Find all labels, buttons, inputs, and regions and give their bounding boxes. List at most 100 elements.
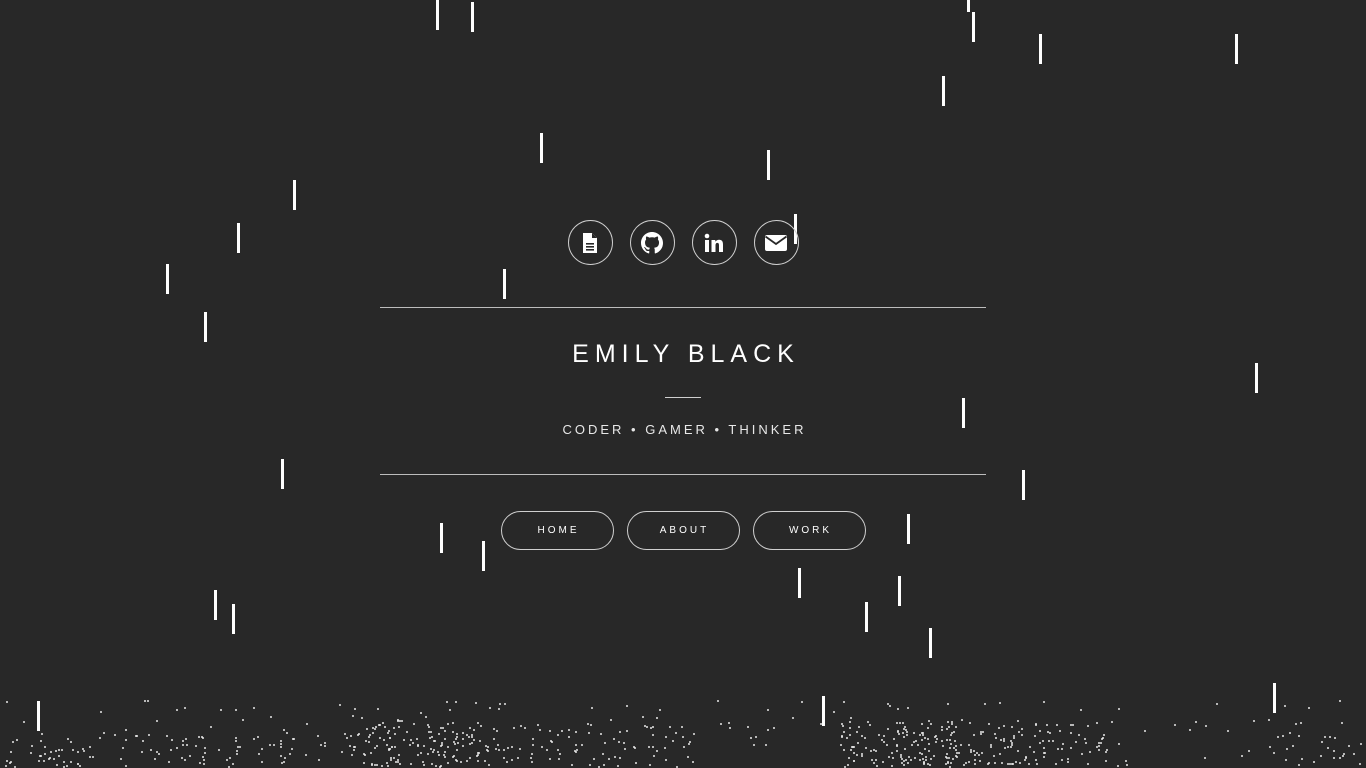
splash-particle [947,761,949,763]
splash-particle [324,742,326,744]
splash-particle [656,750,658,752]
splash-particle [462,738,464,740]
splash-particle [1300,722,1302,724]
splash-particle [841,723,843,725]
splash-particle [970,749,972,751]
splash-particle [77,763,79,765]
splash-particle [30,752,32,754]
splash-particle [270,716,272,718]
resume-button[interactable] [567,220,613,265]
nav-about-button[interactable]: ABOUT [626,511,740,550]
splash-particle [1028,763,1030,765]
splash-particle [981,752,983,754]
linkedin-button[interactable] [691,220,737,265]
splash-particle [1360,743,1362,745]
splash-particle [955,749,957,751]
splash-particle [391,746,393,748]
splash-particle [466,760,468,762]
splash-particle [506,761,508,763]
splash-particle [911,744,913,746]
splash-particle [1048,740,1050,742]
splash-particle [923,761,925,763]
splash-particle [946,739,948,741]
splash-particle [574,750,576,752]
splash-particle [397,720,399,722]
splash-particle [1277,736,1279,738]
splash-particle [976,752,978,754]
splash-particle [1070,724,1072,726]
splash-particle [913,741,915,743]
splash-particle [917,744,919,746]
splash-particle [1070,732,1072,734]
splash-particle [318,759,320,761]
splash-particle [40,740,42,742]
splash-particle [1007,763,1009,765]
splash-particle [973,734,975,736]
splash-particle [487,746,489,748]
splash-particle [100,711,102,713]
splash-particle [853,752,855,754]
splash-particle [10,751,12,753]
splash-particle [1084,738,1086,740]
splash-particle [947,721,949,723]
splash-particle [280,743,282,745]
splash-particle [853,760,855,762]
splash-particle [425,716,427,718]
splash-particle [984,703,986,705]
splash-particle [1043,747,1045,749]
splash-particle [608,758,610,760]
splash-particle [449,709,451,711]
splash-particle [1085,742,1087,744]
rain-drop [204,312,207,342]
splash-particle [1321,741,1323,743]
splash-particle [993,755,995,757]
nav-work-button[interactable]: WORK [752,511,866,550]
splash-particle [477,722,479,724]
splash-particle [941,740,943,742]
splash-particle [428,726,430,728]
splash-particle [956,756,958,758]
splash-particle [229,757,231,759]
nav-home-button[interactable]: HOME [500,511,614,550]
splash-particle [853,760,855,762]
splash-particle [994,733,996,735]
splash-particle [949,747,951,749]
splash-particle [432,751,434,753]
splash-particle [1009,763,1011,765]
splash-particle [99,737,101,739]
splash-particle [503,749,505,751]
splash-particle [687,756,689,758]
splash-particle [901,758,903,760]
github-button[interactable] [629,220,675,265]
splash-particle [1078,734,1080,736]
splash-particle [954,740,956,742]
splash-particle [1039,742,1041,744]
splash-particle [1329,736,1331,738]
splash-particle [551,741,553,743]
splash-particle [593,758,595,760]
splash-particle [280,746,282,748]
splash-particle [455,701,457,703]
splash-particle [158,753,160,755]
splash-particle [293,738,295,740]
splash-particle [438,733,440,735]
splash-particle [850,717,852,719]
splash-particle [77,763,79,765]
splash-particle [154,758,156,760]
splash-particle [61,749,63,751]
splash-particle [353,746,355,748]
splash-particle [398,754,400,756]
splash-particle [469,757,471,759]
splash-particle [530,757,532,759]
email-button[interactable] [753,220,799,265]
splash-particle [397,719,399,721]
splash-particle [457,742,459,744]
splash-particle [588,732,590,734]
splash-particle [618,741,620,743]
splash-particle [919,752,921,754]
splash-particle [289,753,291,755]
splash-particle [970,751,972,753]
splash-particle [156,720,158,722]
splash-particle [904,726,906,728]
splash-particle [892,757,894,759]
